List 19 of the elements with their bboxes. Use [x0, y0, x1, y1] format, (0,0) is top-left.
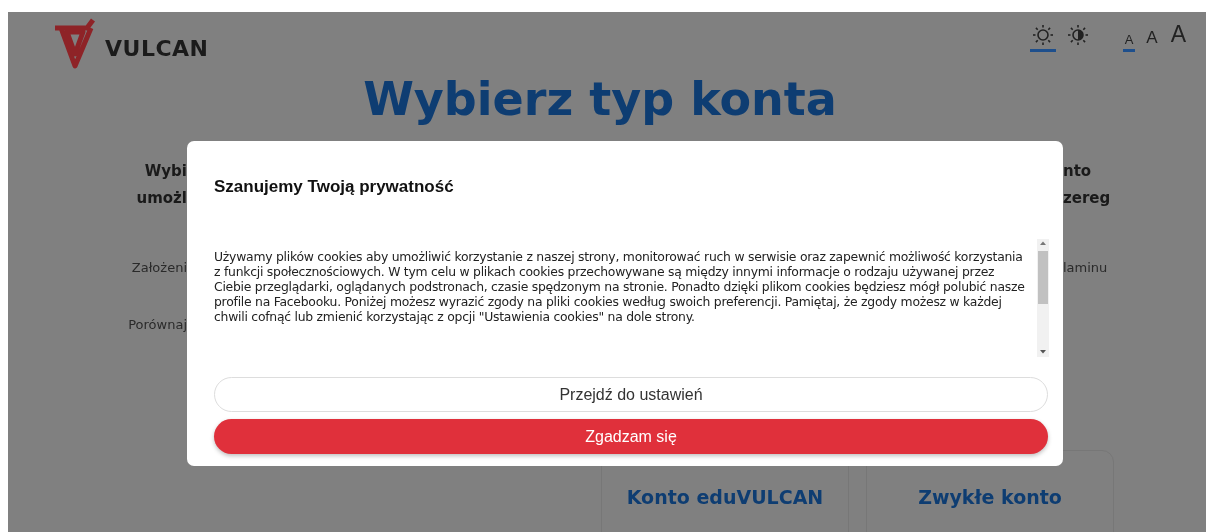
- page-title: Wybierz typ konta: [362, 72, 838, 128]
- cookie-notice-text: Używamy plików cookies aby umożliwić korzystanie z naszej strony, monitorować ruch w serwisie oraz zapewnić możliwość korzystania z funkcji społecznościowych. W tym celu w plikach cookies przechowywane są między innymi informacje o rodzaju używanej przez Ciebie przeglądarki, oglądanych podstronach, czasie spędzonym na stronie. Ponadto dzięki plikom cookies będziesz mógł polubić nasze profile na Facebooku. Poniżej możesz wyrazić zgody na pliki cookies według swoich preferencji. Pamiętaj, że zgody możesz w każdej chwili cofnąć lub zmienić korzystając z opcji "Ustawienia cookies" na dole strony.: [214, 249, 1026, 326]
- settings-button[interactable]: Przejdź do ustawień: [214, 377, 1048, 412]
- font-size-button[interactable]: A: [1122, 32, 1136, 52]
- text-fragment: Porównaj: [128, 317, 187, 332]
- text-fragment: laminu: [1063, 260, 1108, 275]
- text-fragment: Założeni: [131, 260, 187, 275]
- heading-fragment: zereg: [1063, 188, 1111, 209]
- accept-button[interactable]: Zgadzam się: [214, 419, 1048, 454]
- heading-fragment: umożl: [136, 188, 187, 209]
- font-size-button[interactable]: A: [1168, 22, 1188, 52]
- theme-toggle[interactable]: [1029, 23, 1056, 52]
- contrast-icon[interactable]: [1066, 24, 1089, 46]
- dialog-title: Szanujemy Twoją prywatność: [214, 177, 454, 197]
- heading-fragment: nto: [1063, 161, 1092, 182]
- heading-fragment: Wybi: [144, 161, 187, 182]
- font-size-button[interactable]: A: [1144, 28, 1160, 52]
- logo-text: VULCAN: [105, 35, 209, 61]
- sun-icon[interactable]: [1031, 24, 1054, 46]
